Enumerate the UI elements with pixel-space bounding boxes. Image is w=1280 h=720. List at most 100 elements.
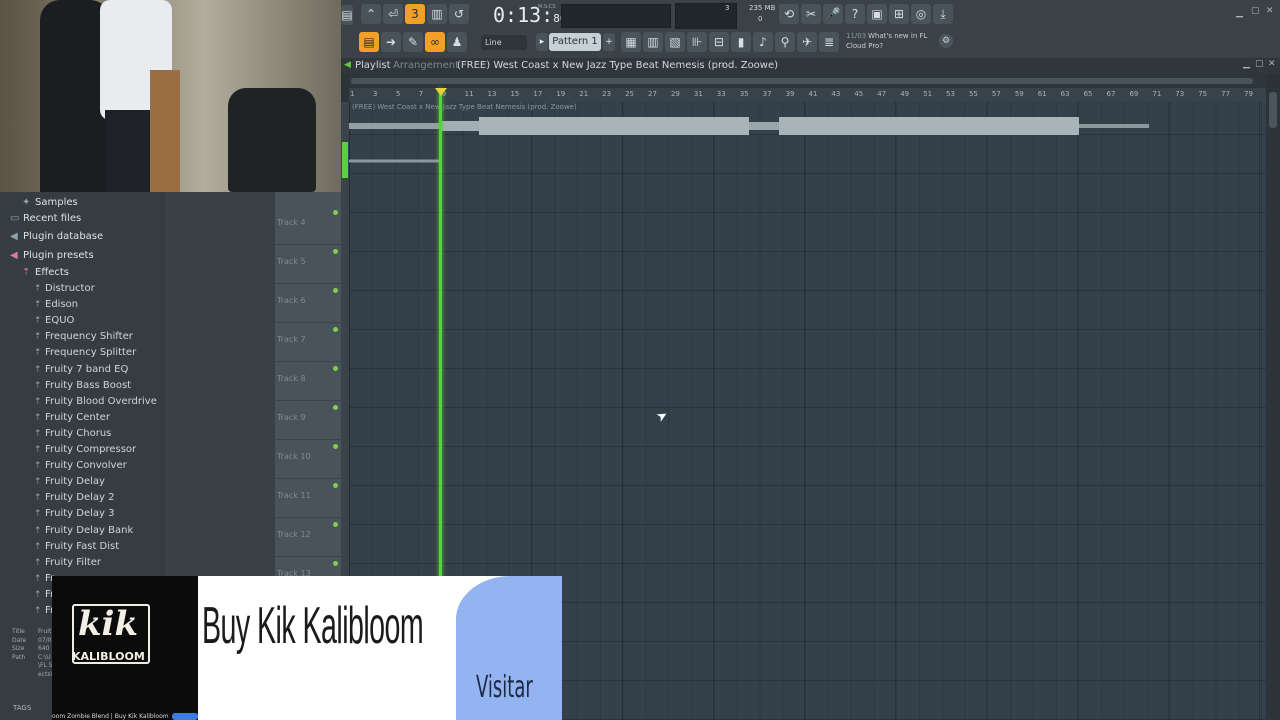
effect-preset-item[interactable]: ⇡ Fruity Delay Bank: [34, 525, 133, 536]
effect-preset-item[interactable]: ⇡ Fruity Delay 2: [34, 492, 115, 503]
pattern-selector[interactable]: Pattern 1: [549, 33, 601, 51]
playlist-hscroll[interactable]: [349, 75, 1266, 87]
effect-preset-item[interactable]: ⇡ Frequency Shifter: [34, 331, 133, 342]
playlist-vscroll-thumb[interactable]: [1269, 92, 1277, 128]
playhead-triangle-icon[interactable]: [435, 88, 447, 96]
track-enable-indicator-icon[interactable]: [333, 405, 338, 410]
news-text-line-2[interactable]: Cloud Pro?: [846, 42, 883, 50]
effect-preset-item[interactable]: ⇡ EQUO: [34, 315, 74, 326]
playlist-hscroll-thumb[interactable]: [351, 78, 1253, 84]
browser-item-recent-files[interactable]: ▭ Recent files: [10, 213, 81, 224]
ad-cta-area[interactable]: Visitar: [456, 576, 562, 720]
snap-selector[interactable]: Line: [481, 35, 527, 50]
track-enable-indicator-icon[interactable]: [333, 522, 338, 527]
track-header[interactable]: Track 11: [275, 479, 341, 518]
effect-preset-item[interactable]: ⇡ Fruity Bass Boost: [34, 380, 131, 391]
browser-item-plugin-database[interactable]: ◀ Plugin database: [10, 231, 103, 242]
touch-controller-icon[interactable]: ♪: [753, 32, 773, 52]
audio-clip-main[interactable]: (FREE) West Coast x New Jazz Type Beat N…: [349, 102, 1149, 140]
playlist-vscroll[interactable]: [1266, 88, 1280, 720]
browser-icon[interactable]: ▮: [731, 32, 751, 52]
menu-button[interactable]: ▤: [341, 5, 353, 25]
effect-preset-item[interactable]: ⇡ Frequency Splitter: [34, 347, 136, 358]
download-icon[interactable]: ⤓: [933, 4, 953, 24]
ad-headline[interactable]: Buy Kik Kalibloom: [202, 596, 424, 656]
track-enable-indicator-icon[interactable]: [333, 249, 338, 254]
effect-preset-item[interactable]: ⇡ Fruity Delay: [34, 476, 105, 487]
track-header[interactable]: Track 8: [275, 362, 341, 401]
playhead-marker[interactable]: [439, 88, 442, 578]
playlist-zoom-handle[interactable]: [342, 142, 348, 178]
playlist-maximize-icon[interactable]: ▢: [1255, 59, 1264, 69]
song-title[interactable]: (FREE) West Coast x New Jazz Type Beat N…: [457, 60, 778, 71]
effect-preset-item[interactable]: ⇡ Fruity Delay 3: [34, 508, 115, 519]
effect-preset-item[interactable]: ⇡ Edison: [34, 299, 78, 310]
track-enable-indicator-icon[interactable]: [333, 366, 338, 371]
pattern-add-icon[interactable]: +: [603, 33, 615, 51]
effect-preset-item[interactable]: ⇡ Fruity Blood Overdrive: [34, 396, 157, 407]
news-settings-icon[interactable]: ⚙: [939, 34, 953, 48]
step-edit-icon[interactable]: ▥: [427, 4, 447, 24]
track-header[interactable]: Track 6: [275, 284, 341, 323]
track-enable-indicator-icon[interactable]: [333, 483, 338, 488]
playlist-icon[interactable]: ▦: [621, 32, 641, 52]
track-header[interactable]: Track 5: [275, 245, 341, 284]
effect-preset-item[interactable]: ⇡ Fruity Fast Dist: [34, 541, 119, 552]
effect-preset-item[interactable]: ⇡ Fruity Chorus: [34, 428, 111, 439]
effect-preset-item[interactable]: ⇡ Fruity Filter: [34, 557, 101, 568]
loop-record-icon[interactable]: ↺: [449, 4, 469, 24]
track-enable-indicator-icon[interactable]: [333, 327, 338, 332]
arrow-icon[interactable]: ➜: [381, 32, 401, 52]
cut-icon[interactable]: ✂: [801, 4, 821, 24]
playlist-close-icon[interactable]: ✕: [1268, 59, 1276, 69]
browser-item-effects[interactable]: ⇡ Effects: [22, 267, 69, 278]
link-icon[interactable]: ∞: [425, 32, 445, 52]
master-volume-meter[interactable]: [561, 4, 671, 28]
track-header[interactable]: Track 12: [275, 518, 341, 557]
track-enable-indicator-icon[interactable]: [333, 210, 338, 215]
undo-icon[interactable]: ⟲: [779, 4, 799, 24]
save-icon[interactable]: ▣: [867, 4, 887, 24]
ad-banner[interactable]: kik KALIBLOOM oom Zombie Blend | Buy Kik…: [52, 576, 562, 720]
channel-rack-icon[interactable]: ▧: [665, 32, 685, 52]
timeline-ruler[interactable]: 1 3 5 7 9 11 13 15 17 19 21 23 25 27 29 31 33 35 37 39 41 43 4…: [349, 88, 1266, 102]
playlist-icon-small[interactable]: ◀: [344, 60, 351, 70]
track-enable-indicator-icon[interactable]: [333, 561, 338, 566]
playlist-toggle-icon[interactable]: ▤: [359, 32, 379, 52]
pattern-prev-icon[interactable]: ▸: [536, 33, 548, 51]
effect-preset-item[interactable]: ⇡ Fruity Compressor: [34, 444, 136, 455]
plugin-picker-icon[interactable]: ⊟: [709, 32, 729, 52]
effect-preset-item[interactable]: ⇡ Fruity Convolver: [34, 460, 127, 471]
news-icon[interactable]: ≣: [819, 32, 839, 52]
plugin-manager-icon[interactable]: ⚲: [775, 32, 795, 52]
remote-icon[interactable]: ✈: [797, 32, 817, 52]
browser-item-samples[interactable]: ✦ Samples: [22, 197, 78, 208]
effect-preset-item[interactable]: ⇡ Fruity 7 band EQ: [34, 364, 128, 375]
countdown-icon[interactable]: 3: [405, 4, 425, 24]
minimize-icon[interactable]: ▁: [1236, 8, 1243, 18]
news-text-line-1[interactable]: What's new in FL: [868, 32, 927, 40]
piano-roll-icon[interactable]: ▥: [643, 32, 663, 52]
ad-cta-text[interactable]: Visitar: [476, 670, 533, 705]
maximize-icon[interactable]: ▢: [1251, 6, 1260, 16]
playlist-mode[interactable]: Arrangement: [393, 60, 459, 71]
track-header[interactable]: Track 4: [275, 206, 341, 245]
metronome-icon[interactable]: ⌃: [361, 4, 381, 24]
track-enable-indicator-icon[interactable]: [333, 444, 338, 449]
stamp-icon[interactable]: ♟: [447, 32, 467, 52]
wait-input-icon[interactable]: ⏎: [383, 4, 403, 24]
mixer-icon[interactable]: ⊪: [687, 32, 707, 52]
chat-icon[interactable]: ◎: [911, 4, 931, 24]
effect-preset-item[interactable]: ⇡ Fruity Center: [34, 412, 110, 423]
song-title-arrow-icon[interactable]: ›: [721, 60, 725, 71]
playlist-minimize-icon[interactable]: ▁: [1243, 59, 1250, 69]
microphone-icon[interactable]: 🎤: [823, 4, 843, 24]
browser-item-plugin-presets[interactable]: ◀ Plugin presets: [10, 250, 94, 261]
close-window-icon[interactable]: ✕: [1266, 6, 1274, 16]
effect-preset-item[interactable]: ⇡ Distructor: [34, 283, 95, 294]
track-header[interactable]: Track 10: [275, 440, 341, 479]
track-header[interactable]: Track 7: [275, 323, 341, 362]
draw-tool-icon[interactable]: ✎: [403, 32, 423, 52]
ad-cta-mini-button[interactable]: [172, 713, 198, 720]
track-header[interactable]: Track 9: [275, 401, 341, 440]
